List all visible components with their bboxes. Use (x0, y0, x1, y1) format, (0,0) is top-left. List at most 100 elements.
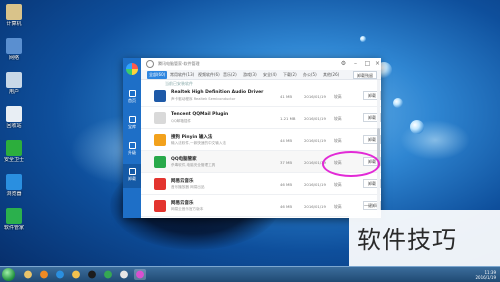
desktop-shortcut[interactable]: 用户 (3, 72, 25, 95)
install-date: 2016/01/19 (304, 204, 326, 209)
rail-item-label: 首页 (128, 98, 136, 103)
tab-music[interactable]: 音乐(2) (221, 71, 239, 79)
list-item[interactable]: 网易云音乐 网易云音乐官方版本 46 MB 2016/01/19 较高 一键卸载 (141, 195, 381, 217)
desktop-shortcut-label: 浏览器 (6, 191, 22, 197)
app-icon (154, 90, 166, 102)
app-description: 杀毒软件,电脑安全管理工具 (171, 163, 216, 167)
app-size: 46 MB (280, 182, 292, 187)
desktop-shortcut-label: 软件管家 (3, 225, 24, 231)
start-button[interactable] (2, 268, 15, 281)
water-droplet (410, 120, 424, 134)
tab-video[interactable]: 视频软件(6) (196, 71, 222, 79)
app-name: Tencent QQMail Plugin (171, 112, 229, 117)
minimize-icon[interactable]: – (351, 59, 360, 68)
list-item[interactable]: Tencent QQMail Plugin QQ邮箱插件 1.21 MB 2016/0… (141, 107, 381, 129)
app-icon (154, 112, 166, 124)
tab-common[interactable]: 常用软件(13) (168, 71, 196, 79)
desktop-shortcut[interactable]: 软件管家 (3, 208, 25, 231)
usage-frequency: 较高 (334, 116, 342, 121)
recycle-bin-icon (6, 106, 22, 122)
network-icon (6, 38, 22, 54)
clock-date: 2016/1/19 (475, 275, 496, 280)
usage-frequency: 较高 (334, 138, 342, 143)
taskbar-manager-icon[interactable] (118, 269, 130, 280)
tab-all[interactable]: 全部(60) (147, 71, 168, 79)
install-date: 2016/01/19 (304, 116, 326, 121)
tab-office[interactable]: 办公(5) (301, 71, 319, 79)
app-logo-icon (126, 63, 138, 75)
app-name: 搜狗 Pinyin 输入法 (171, 135, 213, 140)
taskbar-folder-icon[interactable] (70, 269, 82, 280)
app-description: 音乐播放器 网易出品 (171, 185, 205, 189)
desktop-shortcut[interactable]: 安全卫士 (3, 140, 25, 163)
rail-item-repository[interactable]: 宝库 (123, 112, 141, 136)
tab-other[interactable]: 其他(26) (321, 71, 341, 79)
app-name: 网易云音乐 (171, 201, 194, 206)
water-droplet (393, 98, 403, 108)
desktop-shortcut-label: 安全卫士 (3, 157, 24, 163)
maximize-icon[interactable]: □ (363, 59, 372, 68)
install-date: 2016/01/19 (304, 182, 326, 187)
software-list: 当前已安装软件 Realtek High Definition Audio Dri… (141, 80, 381, 218)
rail-item-upgrade[interactable]: 升级 (123, 138, 141, 162)
search-icon[interactable] (146, 60, 154, 68)
list-item[interactable]: Realtek High Definition Audio Driver 声卡驱动… (141, 85, 381, 107)
app-description: 输入法软件,一款快速的中文输入法 (171, 141, 227, 145)
app-icon (154, 200, 166, 212)
taskbar-media-icon[interactable] (38, 269, 50, 280)
app-size: 44 MB (280, 138, 292, 143)
app-name: Realtek High Definition Audio Driver (171, 90, 264, 95)
system-tray[interactable]: 11:39 2016/1/19 (475, 270, 496, 280)
tab-security[interactable]: 安全(4) (261, 71, 279, 79)
window-titlebar[interactable]: 腾讯电脑管家-软件管理 ⚙ – □ × (141, 58, 381, 70)
home-icon (128, 90, 136, 97)
category-tabs: 全部(60) 常用软件(13) 视频软件(6) 音乐(2) 游戏(3) 安全(4… (141, 70, 381, 80)
user-icon (6, 72, 22, 88)
settings-icon[interactable]: ⚙ (339, 59, 348, 68)
list-item[interactable]: 搜狗 Pinyin 输入法 输入法软件,一款快速的中文输入法 44 MB 2016/0… (141, 129, 381, 151)
usage-frequency: 较高 (334, 204, 342, 209)
usage-frequency: 较高 (334, 182, 342, 187)
desktop-shortcut-label: 计算机 (6, 21, 22, 27)
app-size: 46 MB (280, 204, 292, 209)
desktop-shortcut-label: 用户 (8, 89, 19, 95)
taskbar-qq-icon[interactable] (86, 269, 98, 280)
taskbar-ie-icon[interactable] (54, 269, 66, 280)
app-description: 声卡驱动程序 Realtek Semiconductor (171, 97, 236, 101)
desktop-shortcut[interactable]: 浏览器 (3, 174, 25, 197)
uninstall-icon (128, 168, 136, 175)
taskbar-explorer-icon[interactable] (22, 269, 34, 280)
nav-rail: 首页 宝库 升级 卸载 (123, 58, 141, 218)
install-date: 2016/01/19 (304, 94, 326, 99)
app-name: 网易云音乐 (171, 179, 194, 184)
tab-games[interactable]: 游戏(3) (241, 71, 259, 79)
water-droplet (360, 36, 366, 42)
app-name: QQ电脑管家 (171, 157, 197, 162)
taskbar-app-icon[interactable] (102, 269, 114, 280)
rail-item-label: 宝库 (128, 124, 136, 129)
close-icon[interactable]: × (373, 59, 381, 68)
rail-item-uninstall[interactable]: 卸载 (123, 164, 141, 188)
desktop-shortcut[interactable]: 网络 (3, 38, 25, 61)
desktop-shortcut[interactable]: 回收站 (3, 106, 25, 129)
rail-item-home[interactable]: 首页 (123, 86, 141, 110)
usage-frequency: 较高 (334, 94, 342, 99)
browser-icon (6, 174, 22, 190)
app-icon (154, 156, 166, 168)
desktop-shortcut[interactable]: 计算机 (3, 4, 25, 27)
taskbar-color-icon[interactable] (134, 269, 146, 280)
window-title: 腾讯电脑管家-软件管理 (158, 61, 200, 66)
computer-icon (6, 4, 22, 20)
watermark-box: 软件技巧 (349, 210, 500, 266)
residue-cleanup-button[interactable]: 卸载残留 (353, 71, 377, 79)
app-size: 41 MB (280, 94, 292, 99)
app-description: QQ邮箱插件 (171, 119, 192, 123)
tab-download[interactable]: 下载(2) (281, 71, 299, 79)
repository-icon (128, 116, 136, 123)
install-date: 2016/01/19 (304, 138, 326, 143)
annotation-ellipse (322, 151, 380, 177)
app-size: 37 MB (280, 160, 292, 165)
security-icon (6, 140, 22, 156)
desktop-shortcut-label: 回收站 (6, 123, 22, 129)
rail-item-label: 升级 (128, 150, 136, 155)
